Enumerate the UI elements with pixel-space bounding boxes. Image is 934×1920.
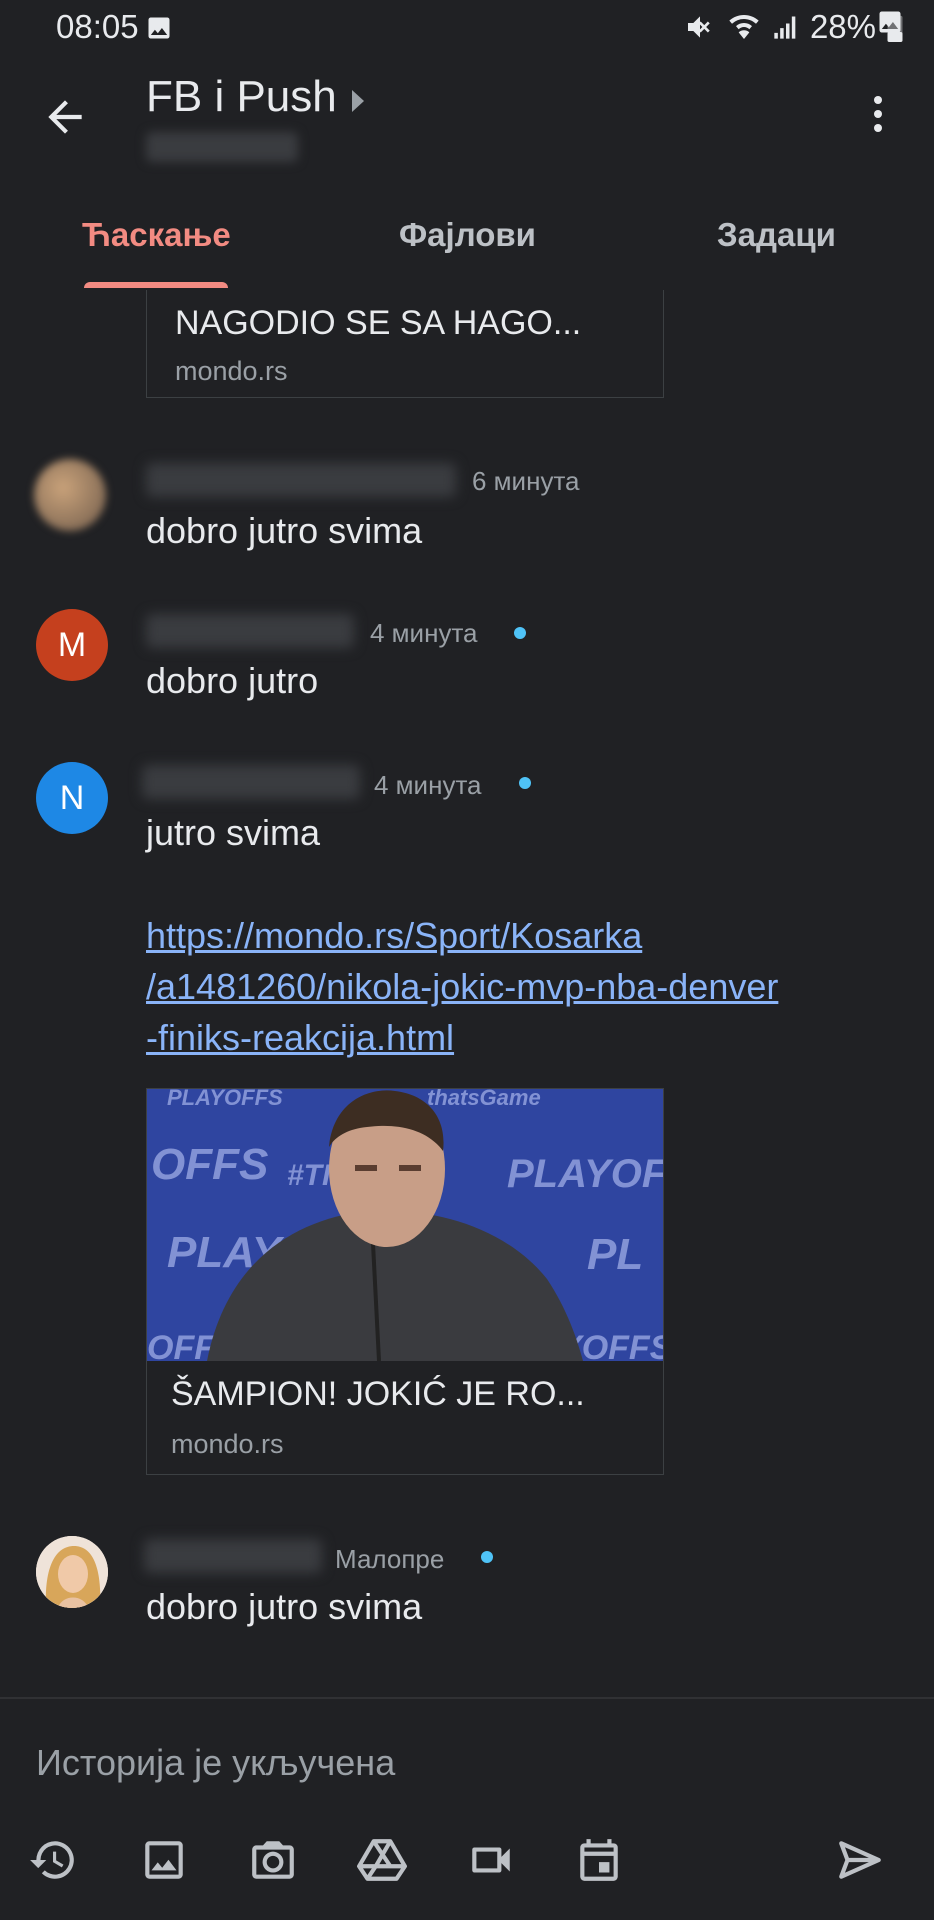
tab-tasks[interactable]: Задаци <box>717 216 836 254</box>
link-preview-card[interactable]: OFFS #TI PLAYOFFS PLAY PL OFFS AYOFFS PL… <box>146 1088 664 1475</box>
unread-dot <box>514 627 526 639</box>
message-time: 6 минута <box>472 466 580 496</box>
link-preview-title: NAGODIO SE SA HAGO... <box>175 304 582 342</box>
message-time: 4 минута <box>370 618 478 648</box>
avatar[interactable] <box>34 459 106 531</box>
tab-files[interactable]: Фајлови <box>399 216 536 254</box>
mute-icon <box>687 16 710 38</box>
sender-name-redacted[interactable] <box>144 1539 322 1573</box>
message-text: dobro jutro svima <box>146 510 423 551</box>
battery-icon <box>887 12 903 42</box>
member-count-redacted <box>146 132 298 162</box>
message-text: dobro jutro svima <box>146 1586 423 1627</box>
link-preview-card[interactable]: NAGODIO SE SA HAGO... mondo.rs <box>146 290 664 398</box>
link-line[interactable]: -finiks-reakcija.html <box>146 1012 886 1063</box>
wifi-icon <box>729 15 759 39</box>
unread-dot <box>519 777 531 789</box>
more-options-button[interactable] <box>868 96 888 140</box>
message-text: dobro jutro <box>146 660 319 701</box>
sender-name-redacted[interactable] <box>146 463 456 497</box>
svg-text:#TI: #TI <box>287 1159 331 1192</box>
link-line[interactable]: /a1481260/nikola-jokic-mvp-nba-denver <box>146 961 886 1012</box>
status-right: 28% <box>684 8 904 46</box>
svg-text:PLAYOFFS: PLAYOFFS <box>167 1089 283 1110</box>
svg-text:OFFS: OFFS <box>151 1140 268 1189</box>
avatar[interactable]: M <box>36 609 108 681</box>
back-button[interactable] <box>40 92 90 142</box>
composer-divider <box>0 1697 934 1699</box>
message-time: 4 минута <box>374 770 482 800</box>
signal-icon <box>774 16 796 39</box>
history-icon[interactable] <box>28 1835 78 1885</box>
video-icon[interactable] <box>466 1835 516 1885</box>
caret-right-icon[interactable] <box>352 90 364 112</box>
link-preview-source: mondo.rs <box>175 356 288 386</box>
message-input[interactable]: Историја је укључена <box>36 1742 395 1784</box>
sender-name-redacted[interactable] <box>142 765 360 799</box>
svg-text:PL: PL <box>587 1230 643 1279</box>
link-preview-image: OFFS #TI PLAYOFFS PLAY PL OFFS AYOFFS PL… <box>147 1089 663 1361</box>
image-notification-icon <box>145 14 173 47</box>
avatar-letter: N <box>59 778 85 817</box>
message-link[interactable]: https://mondo.rs/Sport/Kosarka /a1481260… <box>146 910 886 1063</box>
status-bar: 08:05 28% <box>0 0 934 58</box>
link-preview-title: ŠAMPION! JOKIĆ JE RO... <box>171 1375 585 1413</box>
message-text: jutro svima <box>146 812 321 853</box>
link-preview-source: mondo.rs <box>171 1429 284 1459</box>
active-tab-indicator <box>84 282 228 288</box>
conversation-title[interactable]: FB i Push <box>146 72 337 122</box>
tab-chat[interactable]: Ћаскање <box>82 216 231 254</box>
avatar[interactable] <box>36 1536 108 1608</box>
sender-name-redacted[interactable] <box>146 614 354 648</box>
svg-text:PLAYOFFS: PLAYOFFS <box>507 1152 663 1196</box>
unread-dot <box>481 1551 493 1563</box>
calendar-icon[interactable] <box>574 1835 624 1885</box>
image-icon[interactable] <box>139 1835 189 1885</box>
camera-icon[interactable] <box>248 1835 298 1885</box>
tab-bar: Ћаскање Фајлови Задаци <box>0 210 934 290</box>
message-time: Малопре <box>335 1544 445 1574</box>
battery-percent: 28% <box>809 8 876 45</box>
avatar[interactable]: N <box>36 762 108 834</box>
send-icon[interactable] <box>834 1835 884 1885</box>
status-time: 08:05 <box>56 8 139 45</box>
arrow-back-icon <box>48 100 82 134</box>
svg-text:thatsGame: thatsGame <box>427 1089 541 1110</box>
avatar-letter: M <box>57 625 87 664</box>
link-line[interactable]: https://mondo.rs/Sport/Kosarka <box>146 910 886 961</box>
drive-icon[interactable] <box>357 1835 407 1885</box>
